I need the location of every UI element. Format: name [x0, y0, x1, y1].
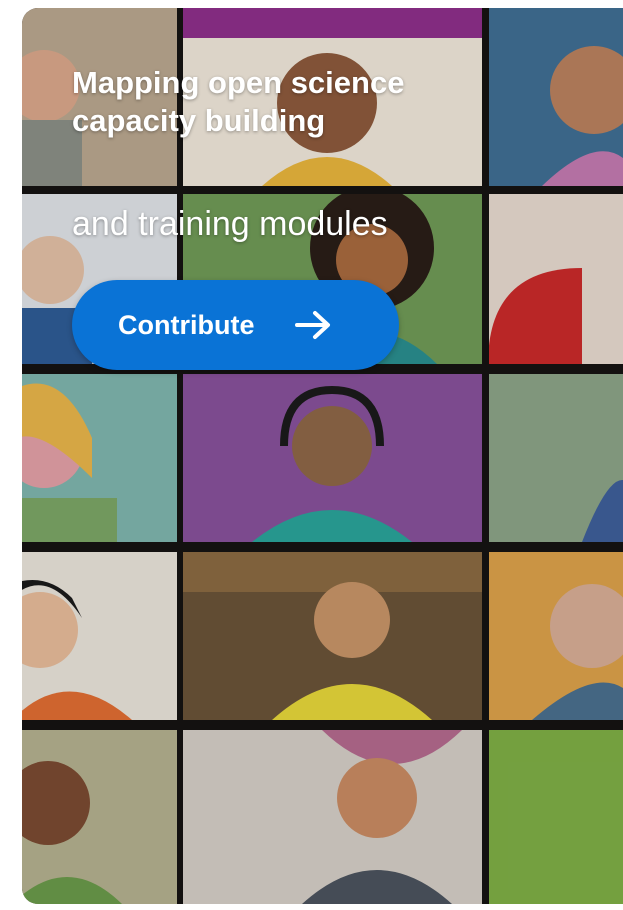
hero-illustration	[22, 8, 623, 904]
hero-title-line: capacity building	[72, 103, 326, 138]
hero-subtitle: and training modules	[72, 205, 388, 243]
arrow-right-icon	[295, 311, 331, 339]
contribute-button-label: Contribute	[118, 309, 255, 340]
hero-title-line: Mapping open science	[72, 65, 405, 100]
hero-card: Mapping open science capacity building a…	[22, 8, 623, 904]
hero-title: Mapping open science capacity building	[72, 64, 404, 140]
contribute-button[interactable]: Contribute	[72, 280, 399, 370]
